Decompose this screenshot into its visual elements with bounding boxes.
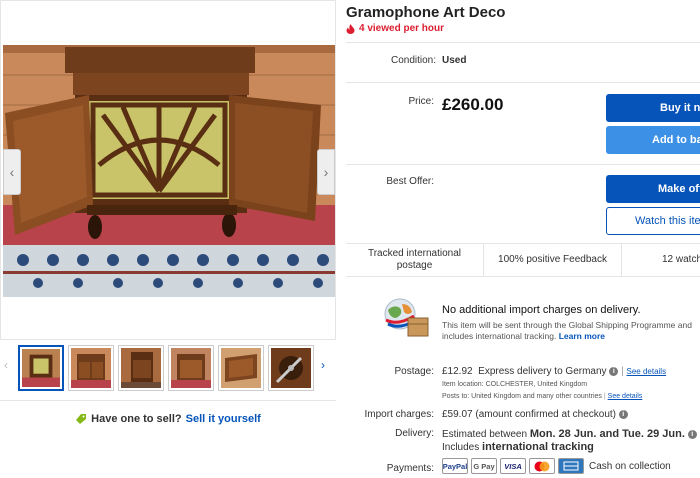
payment-methods: PayPal G Pay VISA Cash on collection [442,458,671,474]
divider [346,42,700,43]
import-charges-note: (amount confirmed at checkout) [475,409,616,420]
info-icon[interactable]: i [609,366,619,376]
gramophone-cabinet-photo [3,45,335,297]
international-tracking-text: international tracking [482,441,594,453]
add-to-basket-label: Add to basket [652,134,700,146]
postage-line: £12.92 Express delivery to Germany i | S… [442,366,667,377]
global-shipping-icon [384,298,429,337]
make-offer-button[interactable]: Make offer [606,175,700,203]
best-offer-label: Best Offer: [386,176,434,187]
global-shipping-description: This item will be sent through the Globa… [442,320,700,342]
import-charges-value: £59.07 [442,409,473,420]
includes-text: Includes [442,442,480,453]
condition-value: Used [442,55,467,66]
delivery-dates: Mon. 28 Jun. and Tue. 29 Jun. [529,428,685,440]
posts-to-text: Posts to: United Kingdom and many other … [442,393,602,400]
chevron-left-icon: ‹ [9,164,15,180]
watch-this-item-button[interactable]: Watch this item [606,207,700,235]
payments-label: Payments: [386,463,434,474]
add-to-basket-button[interactable]: Add to basket [606,126,700,154]
thumbnail-5[interactable] [218,345,264,391]
thumbnail-3[interactable] [118,345,164,391]
info-icon[interactable]: i [618,409,628,419]
flame-icon [346,23,355,34]
buy-it-now-label: Buy it now [660,102,700,114]
postage-price: £12.92 [442,366,473,377]
sell-one-row: Have one to sell? Sell it yourself [0,400,336,436]
delivery-tracking: Includes international tracking [442,441,594,453]
postage-method: Express delivery to Germany [478,366,607,377]
tracked-postage-cell: Tracked international postage [346,244,484,276]
views-indicator: 4 viewed per hour [346,23,444,34]
chevron-right-icon: › [323,164,329,180]
views-text: 4 viewed per hour [359,23,445,34]
buy-it-now-button[interactable]: Buy it now [606,94,700,122]
thumbnail-6[interactable] [268,345,314,391]
thumbnails-next-icon[interactable]: › [321,358,325,372]
learn-more-link[interactable]: Learn more [559,331,605,341]
price-tag-icon [76,413,87,424]
divider [346,82,700,83]
info-icon[interactable]: i [687,429,697,439]
condition-label: Condition: [390,55,436,66]
mastercard-icon [529,458,555,474]
sell-question: Have one to sell? [91,412,182,425]
thumbnail-strip: ‹ › [0,342,336,394]
thumbnail-2[interactable] [68,345,114,391]
positive-feedback-cell: 100% positive Feedback [484,244,622,276]
postage-label: Postage: [394,366,434,377]
sell-it-yourself-link[interactable]: Sell it yourself [186,413,261,425]
next-photo-button[interactable]: › [317,149,335,195]
image-gallery: ‹ › [0,0,336,340]
visa-icon: VISA [500,458,526,474]
trust-signals-bar: Tracked international postage 100% posit… [346,243,700,277]
price-value: £260.00 [442,95,504,114]
item-location: Item location: COLCHESTER, United Kingdo… [442,381,588,388]
postage-see-details-link[interactable]: See details [627,367,667,376]
thumbnails-prev-icon[interactable]: ‹ [4,358,8,372]
import-charges-label: Import charges: [364,409,434,420]
watch-this-item-label: Watch this item [635,215,700,227]
main-product-photo[interactable] [3,45,335,297]
divider [346,164,700,165]
delivery-label: Delivery: [395,428,434,439]
previous-photo-button[interactable]: ‹ [3,149,21,195]
thumbnail-1[interactable] [18,345,64,391]
google-pay-icon: G Pay [471,458,497,474]
posts-to-see-details-link[interactable]: See details [608,393,643,400]
make-offer-label: Make offer [658,183,700,195]
paypal-icon: PayPal [442,458,468,474]
listing-title: Gramophone Art Deco [346,4,506,21]
watchers-text: 12 watchers [662,254,700,265]
no-import-charges-title: No additional import charges on delivery… [442,304,641,316]
import-charges-line: £59.07 (amount confirmed at checkout) i [442,409,628,420]
tracked-postage-text: Tracked international postage [367,248,461,271]
cash-on-collection: Cash on collection [589,460,671,472]
delivery-prefix: Estimated between [442,429,528,440]
watchers-cell: 12 watchers [622,244,700,276]
positive-feedback-text: 100% positive Feedback [498,254,607,265]
price-label: Price: [408,96,434,107]
posts-to-line: Posts to: United Kingdom and many other … [442,393,643,400]
amex-icon [558,458,584,474]
thumbnail-4[interactable] [168,345,214,391]
delivery-estimate: Estimated between Mon. 28 Jun. and Tue. … [442,428,697,440]
global-shipping-notice: No additional import charges on delivery… [346,288,700,348]
